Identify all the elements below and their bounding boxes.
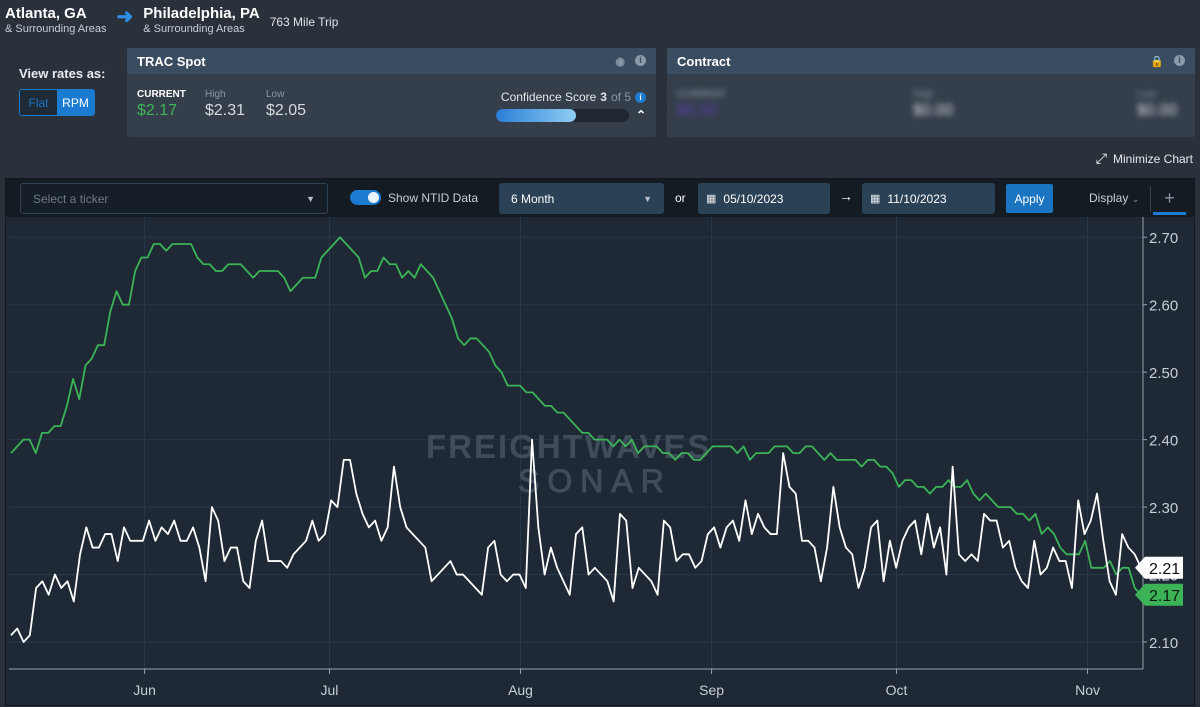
compress-icon: ⤢ [1095,150,1107,166]
watermark: FREIGHTWAVES SONAR [426,428,712,500]
contract-card: Contract 🔒 i CURRENT $0.00 High $0.00 Lo… [667,48,1195,137]
apply-button[interactable]: Apply [1006,184,1053,213]
y-tick-label: 2.50 [1149,365,1178,382]
crosshair-icon[interactable]: + [1153,184,1186,215]
chart-panel: Select a ticker ▼ Show NTID Data 6 Month… [5,178,1195,706]
current-label: CURRENT [677,89,726,100]
start-date-input[interactable]: ▦ 05/10/2023 [698,183,830,214]
contract-title: Contract [677,53,731,69]
confidence-label: Confidence Score [500,90,597,104]
display-dropdown[interactable]: Display ⌄ [1089,191,1139,205]
trac-low: Low $2.05 [266,89,306,120]
toolbar-divider [1150,186,1151,212]
origin: Atlanta, GA & Surrounding Areas [5,4,107,36]
watermark-freightwaves: FREIGHTWAVES [426,428,712,465]
x-tick-label: Oct [886,682,908,698]
y-tick-label: 2.60 [1149,298,1178,315]
trac-spot-header: TRAC Spot ◉ i [127,48,656,74]
ntid-toggle[interactable]: Show NTID Data [350,190,478,205]
high-value: $0.00 [913,102,954,119]
period-select[interactable]: 6 Month ▼ [499,183,664,214]
trac-current: CURRENT $2.17 [137,89,186,120]
confidence-score: Confidence Score 3 of 5 i ⌃ [496,90,646,122]
or-label: or [675,191,686,205]
calendar-icon: ▦ [870,193,881,205]
confidence-bar-fill [496,108,576,122]
toggle-switch[interactable] [350,190,381,205]
x-tick-label: Nov [1075,682,1100,698]
period-value: 6 Month [511,191,555,206]
trip-distance: 763 Mile Trip [269,15,339,29]
minimize-chart-label: Minimize Chart [1112,151,1193,166]
start-date-value: 05/10/2023 [723,191,784,206]
origin-sub: & Surrounding Areas [5,23,107,35]
end-date-input[interactable]: ▦ 11/10/2023 [862,183,995,214]
contract-current: CURRENT $0.00 [677,89,726,120]
ntid-label: Show NTID Data [388,190,479,205]
caret-down-icon: ▼ [306,193,315,204]
destination-sub: & Surrounding Areas [143,23,245,35]
high-label: High [913,89,934,100]
contract-high: High $0.00 [913,89,953,120]
last-value-badge: 2.21 [1135,556,1183,579]
y-tick-label: 2.70 [1149,230,1178,247]
arrow-right-icon: ➜ [116,6,134,28]
view-rates-label: View rates as: [19,66,106,81]
y-tick-label: 2.40 [1149,433,1178,450]
confidence-value: 3 [600,90,607,104]
route-header: Atlanta, GA & Surrounding Areas ➜ Philad… [5,4,338,36]
view-rates: View rates as: Flat RPM [19,66,105,116]
current-value: $2.17 [137,102,178,119]
low-label: Low [266,89,285,100]
last-value-badge: 2.17 [1135,583,1183,606]
origin-city: Atlanta, GA [5,5,87,22]
flat-button[interactable]: Flat [20,90,57,115]
lock-icon: 🔒 [1150,55,1164,68]
ticker-placeholder: Select a ticker [33,191,109,206]
current-label: CURRENT [137,89,186,100]
arrow-right-icon: → [839,188,853,204]
minimize-chart-button[interactable]: ⤢ Minimize Chart [1096,150,1193,167]
rpm-button[interactable]: RPM [57,90,94,115]
line-chart: FREIGHTWAVES SONAR 2.102.202.302.402.502… [9,217,1183,698]
trac-spot-card: TRAC Spot ◉ i CURRENT $2.17 High $2.31 L… [127,48,656,137]
y-tick-label: 2.10 [1149,635,1178,652]
chevron-up-icon[interactable]: ⌃ [636,108,646,122]
x-tick-label: Sep [699,682,724,698]
end-date-value: 11/10/2023 [887,191,947,206]
trac-spot-title: TRAC Spot [137,53,206,69]
info-icon[interactable]: i [1174,54,1185,66]
last-value-badge-text: 2.21 [1149,561,1180,578]
destination-city: Philadelphia, PA [143,5,260,22]
ticker-select[interactable]: Select a ticker ▼ [20,183,328,214]
chart-toolbar: Select a ticker ▼ Show NTID Data 6 Month… [6,179,1194,217]
rate-toggle: Flat RPM [19,89,95,116]
x-tick-label: Jun [133,682,156,698]
low-value: $0.00 [1137,102,1178,119]
x-tick-label: Aug [508,682,533,698]
info-icon[interactable]: i [635,54,646,66]
caret-down-icon: ▼ [643,193,652,204]
contract-low: Low $0.00 [1137,89,1177,120]
high-value: $2.31 [205,102,246,119]
low-label: Low [1137,89,1156,100]
display-label: Display [1089,191,1129,205]
last-value-badge-text: 2.17 [1149,588,1180,605]
destination: Philadelphia, PA & Surrounding Areas [143,4,259,36]
high-label: High [205,89,226,100]
info-icon[interactable]: i [635,91,646,103]
confidence-of: of 5 [610,90,631,104]
trac-high: High $2.31 [205,89,245,120]
watermark-sonar: SONAR [518,463,672,499]
chevron-down-icon: ⌄ [1131,194,1140,204]
low-value: $2.05 [266,102,307,119]
current-value: $0.00 [677,102,718,119]
calendar-icon: ▦ [706,193,717,205]
x-tick-label: Jul [321,682,339,698]
y-tick-label: 2.30 [1149,500,1178,517]
eye-icon[interactable]: ◉ [615,55,625,68]
confidence-bar [496,108,629,122]
contract-header: Contract 🔒 i [667,48,1195,74]
